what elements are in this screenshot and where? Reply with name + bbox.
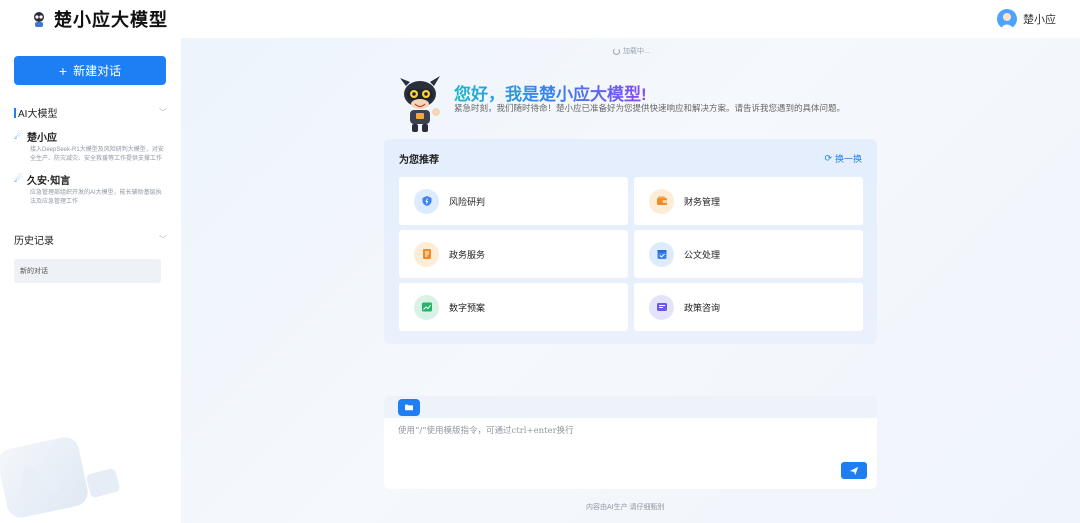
history-section-header[interactable]: 历史记录 ﹀ <box>14 232 167 247</box>
robot-mascot-icon <box>400 76 440 132</box>
swap-label: 换一换 <box>834 153 862 164</box>
greeting-intro: 紧急时刻，我们随时待命！楚小应已准备好为您提供快速响应和解决方案。请告诉我您遇到… <box>454 103 846 113</box>
welcome-hero: 您好，我是楚小应大模型! 紧急时刻，我们随时待命！楚小应已准备好为您提供快速响应… <box>396 72 876 134</box>
card-government-service[interactable]: 政务服务 <box>399 230 628 278</box>
user-menu[interactable]: 楚小应 <box>997 9 1056 29</box>
card-finance[interactable]: 财务管理 <box>634 177 863 225</box>
send-button[interactable] <box>841 462 867 479</box>
model-name: 久安·知言 <box>26 176 71 187</box>
send-icon <box>849 466 859 475</box>
swap-button[interactable]: ⟳ 换一换 <box>824 152 862 165</box>
card-label: 政务服务 <box>449 249 486 260</box>
recommend-panel: 为您推荐 ⟳ 换一换 风险研判 财务管理 政务服务 公文处理 数字预案 政策咨询 <box>384 139 877 344</box>
card-risk-assessment[interactable]: 风险研判 <box>399 177 628 225</box>
app-logo: 楚小应大模型 <box>30 6 168 32</box>
chevron-down-icon: ﹀ <box>159 235 167 244</box>
app-title: 楚小应大模型 <box>54 10 168 30</box>
sidebar: + 新建对话 AI大模型 ﹀ ☄ 楚小应 接入DeepSeek-R1大模型及风险研… <box>0 38 181 523</box>
avatar[interactable] <box>997 9 1017 29</box>
model-item-jiuan[interactable]: ☄ 久安·知言 应急管理部组织开发的AI大模型，能长辅助基层执法及应急管理工作 <box>14 172 167 206</box>
models-section-title: AI大模型 <box>14 105 57 120</box>
card-document-processing[interactable]: 公文处理 <box>634 230 863 278</box>
card-label: 政策咨询 <box>684 302 721 313</box>
card-label: 风险研判 <box>449 196 486 207</box>
new-chat-button[interactable]: + 新建对话 <box>14 56 166 85</box>
new-chat-label: 新建对话 <box>73 64 122 78</box>
chevron-down-icon: ﹀ <box>159 108 167 117</box>
loading-text: 加载中... <box>623 48 650 55</box>
message-icon <box>649 294 674 320</box>
ai-disclaimer: 内容由AI生产 请仔细甄别 <box>586 504 665 511</box>
svg-text:AI: AI <box>12 454 64 506</box>
card-policy-consult[interactable]: 政策咨询 <box>634 283 863 331</box>
model-item-chuxiaoying[interactable]: ☄ 楚小应 接入DeepSeek-R1大模型及风险研判大模型，对安全生产、防灾减灾… <box>14 129 167 163</box>
model-name: 楚小应 <box>26 133 57 144</box>
shield-icon <box>414 188 439 214</box>
card-label: 数字预案 <box>449 302 486 313</box>
recommend-title: 为您推荐 <box>399 154 439 166</box>
model-icon: ☄ <box>14 131 23 142</box>
user-name: 楚小应 <box>1023 14 1056 26</box>
robot-logo-icon <box>30 10 48 28</box>
folder-icon[interactable] <box>398 398 420 416</box>
ai-decoration-icon: AI <box>0 437 120 518</box>
wallet-icon <box>649 188 674 214</box>
plus-icon: + <box>58 62 68 79</box>
chat-input[interactable] <box>398 424 858 458</box>
model-desc: 接入DeepSeek-R1大模型及风险研判大模型，对安全生产、防灾减灾、安全救援… <box>30 147 164 162</box>
history-item[interactable]: 新的对话 <box>14 259 161 283</box>
model-icon: ☄ <box>14 174 23 185</box>
card-digital-plan[interactable]: 数字预案 <box>399 283 628 331</box>
spinner-icon <box>613 47 620 55</box>
history-section-title: 历史记录 <box>14 236 54 247</box>
chat-input-box <box>384 396 877 489</box>
chart-icon <box>414 294 439 320</box>
main-area: 加载中... 您好，我是楚小应大模型! 紧急时刻，我们随时待命！楚小应已准备好为… <box>181 38 1080 523</box>
model-desc: 应急管理部组织开发的AI大模型，能长辅助基层执法及应急管理工作 <box>30 190 162 205</box>
calendar-icon <box>649 241 674 267</box>
card-label: 财务管理 <box>684 196 721 207</box>
models-section-header[interactable]: AI大模型 ﹀ <box>14 105 167 120</box>
refresh-icon: ⟳ <box>824 152 832 163</box>
top-header: 楚小应大模型 楚小应 <box>0 0 1080 38</box>
document-icon <box>414 241 439 267</box>
card-label: 公文处理 <box>684 249 721 260</box>
loading-indicator: 加载中... <box>613 46 650 56</box>
